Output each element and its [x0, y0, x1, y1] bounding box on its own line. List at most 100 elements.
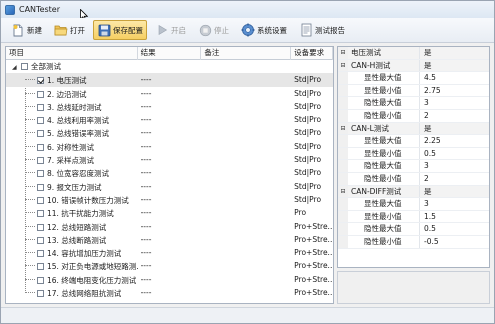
test-item-row[interactable]: 7. 采样点测试 ---- Std|Pro [6, 153, 333, 166]
property-group-row[interactable]: ⊟ CAN-H测试是 [338, 59, 489, 73]
stop-button[interactable]: 停止 [194, 20, 233, 40]
system-settings-button[interactable]: 系统设置 [237, 20, 291, 40]
test-report-button[interactable]: 测试报告 [295, 20, 349, 40]
test-item-checkbox[interactable] [37, 263, 44, 271]
property-value[interactable]: 3 [420, 97, 489, 109]
test-item-checkbox[interactable] [37, 77, 44, 85]
test-item-checkbox[interactable] [37, 143, 44, 151]
collapse-icon[interactable]: ⊟ [338, 122, 348, 135]
tree-root-row[interactable]: ◢ 全部测试 [6, 60, 333, 73]
column-header-item[interactable]: 项目 [6, 47, 138, 60]
test-item-row[interactable]: 10. 错误帧计数压力测试 ---- Std|Pro [6, 193, 333, 206]
root-checkbox[interactable] [21, 63, 28, 70]
test-item-checkbox[interactable] [37, 130, 44, 138]
test-item-row[interactable]: 11. 抗干扰能力测试 ---- Pro [6, 206, 333, 219]
test-item-note[interactable] [201, 193, 291, 206]
test-item-note[interactable] [201, 233, 291, 246]
test-item-note[interactable] [201, 206, 291, 219]
test-item-row[interactable]: 15. 对正负电源或地短路测... ---- Pro+Stre... [6, 259, 333, 272]
property-row[interactable]: 隐性最大值 0.5 [338, 223, 489, 236]
property-title-value[interactable]: 是 [420, 47, 489, 59]
test-item-row[interactable]: 3. 总线延时测试 ---- Std|Pro [6, 100, 333, 113]
test-item-note[interactable] [201, 273, 291, 286]
test-item-row[interactable]: 12. 总线短路测试 ---- Pro+Stre... [6, 220, 333, 233]
test-item-row[interactable]: 5. 总线错误率测试 ---- Std|Pro [6, 126, 333, 139]
property-value[interactable]: 2 [420, 173, 489, 185]
test-item-note[interactable] [201, 113, 291, 126]
test-item-checkbox[interactable] [37, 183, 44, 191]
test-item-note[interactable] [201, 100, 291, 113]
property-row[interactable]: 隐性最大值 3 [338, 160, 489, 173]
test-item-checkbox[interactable] [37, 290, 44, 298]
test-item-note[interactable] [201, 140, 291, 153]
property-value[interactable]: 0.5 [420, 223, 489, 235]
test-item-row[interactable]: 8. 位宽容忍度测试 ---- Std|Pro [6, 166, 333, 179]
property-group-value[interactable]: 是 [420, 59, 489, 72]
property-value[interactable]: 2.75 [420, 85, 489, 97]
test-item-row[interactable]: 1. 电压测试 ---- Std|Pro [6, 73, 333, 87]
property-group-row[interactable]: ⊟ CAN-DIFF测试是 [338, 185, 489, 199]
property-value[interactable]: 4.5 [420, 72, 489, 84]
property-value[interactable]: 3 [420, 160, 489, 172]
column-header-requirement[interactable]: 设备要求 [291, 47, 333, 60]
property-value[interactable]: 1.5 [420, 211, 489, 223]
property-row[interactable]: 显性最小值 2.75 [338, 84, 489, 98]
property-value[interactable]: 2.25 [420, 135, 489, 147]
test-item-note[interactable] [201, 180, 291, 193]
new-button[interactable]: 新建 [7, 20, 46, 40]
test-item-row[interactable]: 4. 总线利用率测试 ---- Std|Pro [6, 113, 333, 126]
test-item-checkbox[interactable] [37, 250, 44, 258]
property-row[interactable]: 显性最小值 1.5 [338, 210, 489, 224]
open-button[interactable]: 打开 [50, 20, 89, 40]
start-button[interactable]: 开启 [151, 20, 190, 40]
property-row[interactable]: 显性最小值 0.5 [338, 147, 489, 161]
test-item-note[interactable] [201, 246, 291, 259]
property-row[interactable]: 显性最大值 2.25 [338, 135, 489, 148]
test-item-checkbox[interactable] [37, 157, 44, 165]
property-title-row[interactable]: ⊟ 电压测试 是 [338, 47, 489, 60]
test-item-checkbox[interactable] [37, 223, 44, 231]
test-item-row[interactable]: 6. 对称性测试 ---- Std|Pro [6, 140, 333, 153]
property-row[interactable]: 显性最大值 4.5 [338, 72, 489, 85]
test-item-note[interactable] [201, 220, 291, 233]
column-header-note[interactable]: 备注 [201, 47, 292, 60]
test-item-checkbox[interactable] [37, 170, 44, 178]
property-group-value[interactable]: 是 [420, 185, 489, 198]
collapse-icon[interactable]: ⊟ [338, 47, 348, 59]
test-item-note[interactable] [201, 166, 291, 179]
test-item-checkbox[interactable] [37, 276, 44, 284]
test-item-checkbox[interactable] [37, 236, 44, 244]
column-header-result[interactable]: 结果 [138, 47, 202, 60]
collapse-icon[interactable]: ⊟ [338, 59, 348, 72]
test-item-row[interactable]: 13. 总线断路测试 ---- Pro+Stre... [6, 233, 333, 246]
test-item-note[interactable] [201, 87, 291, 100]
property-row[interactable]: 隐性最小值 2 [338, 109, 489, 123]
collapse-icon[interactable]: ⊟ [338, 185, 348, 198]
test-item-checkbox[interactable] [37, 90, 44, 98]
property-row[interactable]: 隐性最大值 3 [338, 97, 489, 110]
property-row[interactable]: 隐性最小值 2 [338, 172, 489, 186]
test-item-row[interactable]: 2. 边沿测试 ---- Std|Pro [6, 87, 333, 100]
test-item-checkbox[interactable] [37, 196, 44, 204]
test-item-row[interactable]: 16. 终端电阻变化压力测试 ---- Pro+Stre... [6, 273, 333, 286]
test-item-note[interactable] [201, 153, 291, 166]
test-item-checkbox[interactable] [37, 117, 44, 125]
save-config-button[interactable]: 保存配置 [93, 20, 147, 40]
test-item-note[interactable] [201, 73, 291, 86]
collapse-triangle-icon[interactable]: ◢ [12, 61, 20, 73]
test-item-checkbox[interactable] [37, 103, 44, 111]
test-item-checkbox[interactable] [37, 210, 44, 218]
property-row[interactable]: 显性最大值 3 [338, 198, 489, 211]
property-value[interactable]: 3 [420, 198, 489, 210]
test-item-note[interactable] [201, 126, 291, 139]
test-item-row[interactable]: 14. 容抗增加压力测试 ---- Pro+Stre... [6, 246, 333, 259]
test-item-row[interactable]: 9. 报文压力测试 ---- Std|Pro [6, 180, 333, 193]
test-item-note[interactable] [201, 286, 291, 299]
property-value[interactable]: 2 [420, 110, 489, 122]
property-group-row[interactable]: ⊟ CAN-L测试是 [338, 122, 489, 136]
property-value[interactable]: -0.5 [420, 236, 489, 248]
test-item-row[interactable]: 17. 总线网络阻抗测试 ---- Pro+Stre... [6, 286, 333, 299]
property-value[interactable]: 0.5 [420, 148, 489, 160]
property-row[interactable]: 隐性最小值 -0.5 [338, 235, 489, 249]
property-group-value[interactable]: 是 [420, 122, 489, 135]
